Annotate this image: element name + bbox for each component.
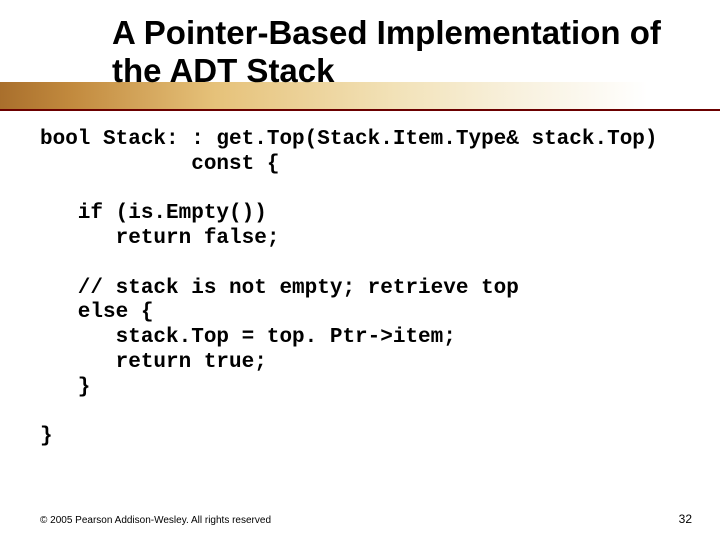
page-number: 32 [679,512,692,526]
slide: A Pointer-Based Implementation of the AD… [0,0,720,540]
slide-title: A Pointer-Based Implementation of the AD… [112,14,702,90]
title-underline [0,109,720,111]
copyright-footer: © 2005 Pearson Addison-Wesley. All right… [40,515,271,526]
code-block: bool Stack: : get.Top(Stack.Item.Type& s… [40,128,690,450]
